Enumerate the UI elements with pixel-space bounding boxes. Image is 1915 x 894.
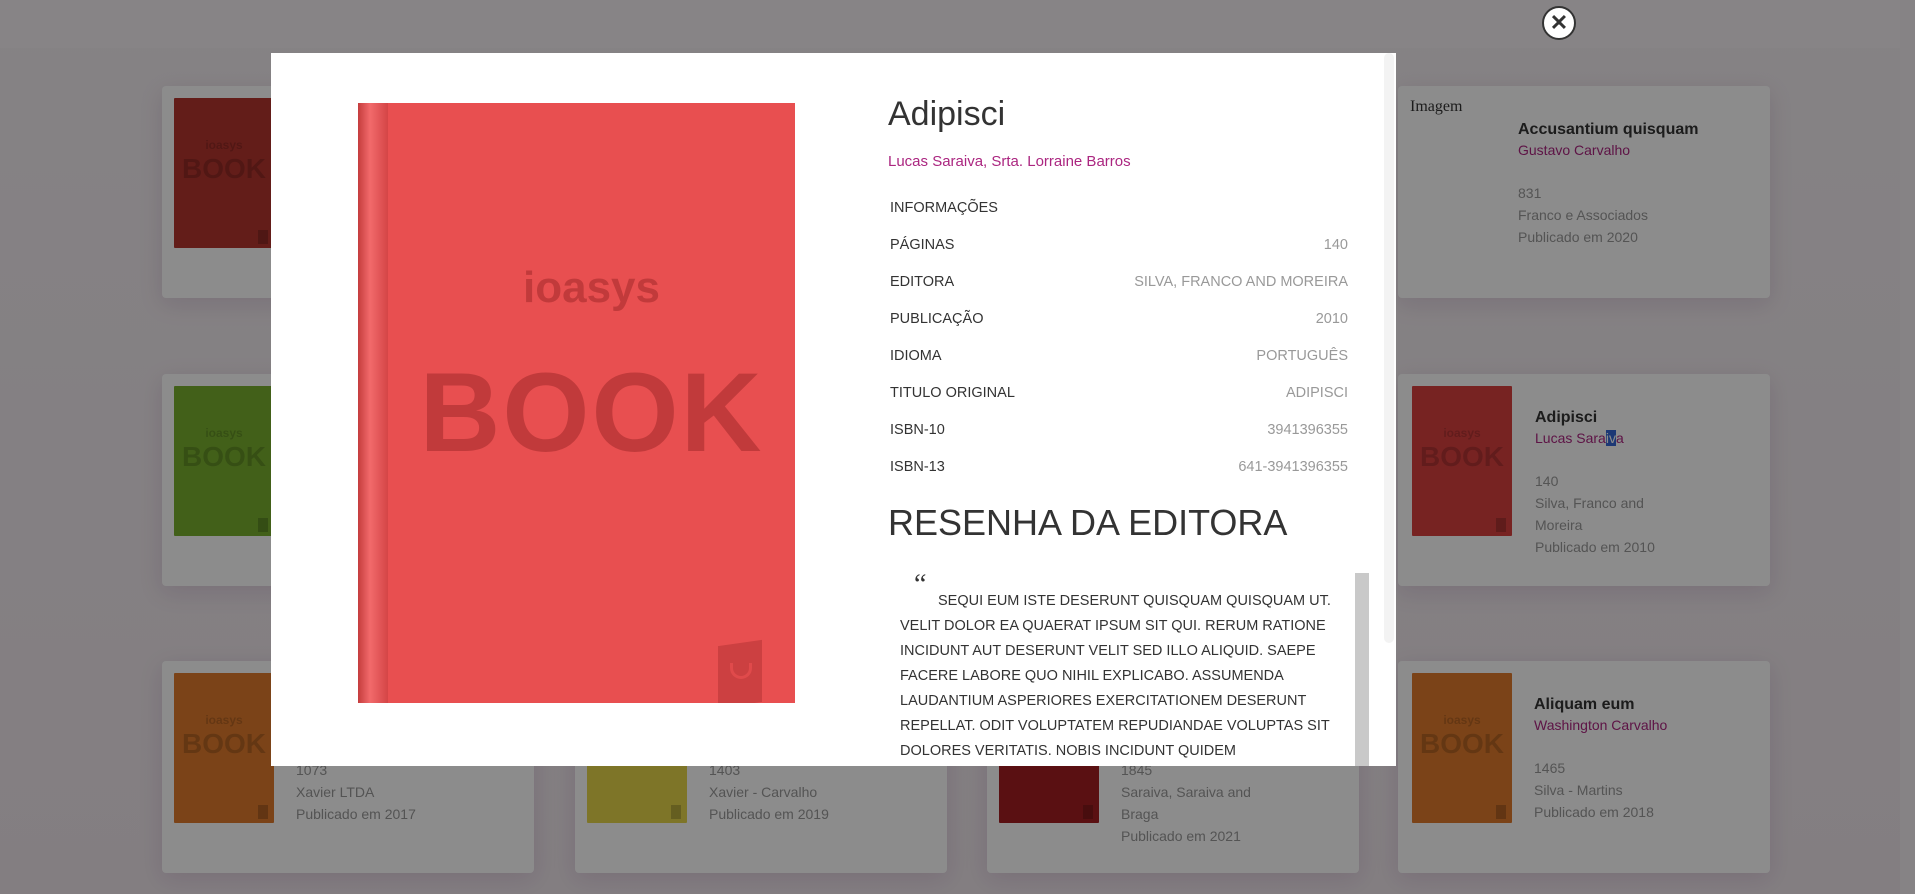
book-details-modal: ioasys BOOK Adipisci Lucas Saraiva, Srta… <box>271 53 1396 766</box>
cover-word: BOOK <box>419 350 764 475</box>
info-row: ISBN-10 3941396355 <box>888 411 1348 448</box>
info-key: TITULO ORIGINAL <box>890 384 1015 401</box>
info-value: 2010 <box>1315 310 1348 327</box>
info-value: Adipisci <box>1285 384 1348 401</box>
info-key: ISBN-13 <box>890 458 945 475</box>
close-modal-button[interactable]: ✕ <box>1542 6 1576 40</box>
info-row: PÁGINAS 140 <box>888 226 1348 263</box>
info-row: EDITORA Silva, Franco and Moreira <box>888 263 1348 300</box>
close-icon: ✕ <box>1549 10 1569 35</box>
book-cover-large: ioasys BOOK <box>358 103 795 703</box>
info-value: 140 <box>1323 236 1348 253</box>
info-heading-row: INFORMAÇÕES <box>888 189 1348 226</box>
info-key: PUBLICAÇÃO <box>890 310 984 327</box>
info-heading: INFORMAÇÕES <box>890 199 998 216</box>
modal-scrollbar[interactable] <box>1384 53 1394 766</box>
info-key: EDITORA <box>890 273 955 290</box>
info-key: PÁGINAS <box>890 236 955 253</box>
info-row: TITULO ORIGINAL Adipisci <box>888 374 1348 411</box>
info-row: IDIOMA Português <box>888 337 1348 374</box>
book-info: Adipisci Lucas Saraiva, Srta. Lorraine B… <box>888 93 1348 545</box>
info-key: ISBN-10 <box>890 421 945 438</box>
review-box[interactable]: “ Sequi eum iste deserunt quisquam quisq… <box>888 573 1369 766</box>
book-authors: Lucas Saraiva, Srta. Lorraine Barros <box>888 153 1131 170</box>
info-value: Português <box>1256 347 1348 364</box>
info-value: Silva, Franco and Moreira <box>1134 273 1348 290</box>
info-key: IDIOMA <box>890 347 942 364</box>
cover-brand: ioasys <box>523 263 660 312</box>
info-row: PUBLICAÇÃO 2010 <box>888 300 1348 337</box>
info-value: 641-3941396355 <box>1238 458 1348 475</box>
review-heading: RESENHA DA EDITORA <box>888 502 1288 543</box>
review-scrollbar[interactable] <box>1355 573 1369 766</box>
info-value: 3941396355 <box>1267 421 1348 438</box>
info-row: ISBN-13 641-3941396355 <box>888 448 1348 485</box>
modal-scrollbar-thumb[interactable] <box>1384 53 1394 643</box>
book-title: Adipisci <box>888 95 1006 133</box>
review-text: Sequi eum iste deserunt quisquam quisqua… <box>900 593 1331 759</box>
info-table: INFORMAÇÕES PÁGINAS 140 EDITORA Silva, Fra… <box>888 189 1348 485</box>
